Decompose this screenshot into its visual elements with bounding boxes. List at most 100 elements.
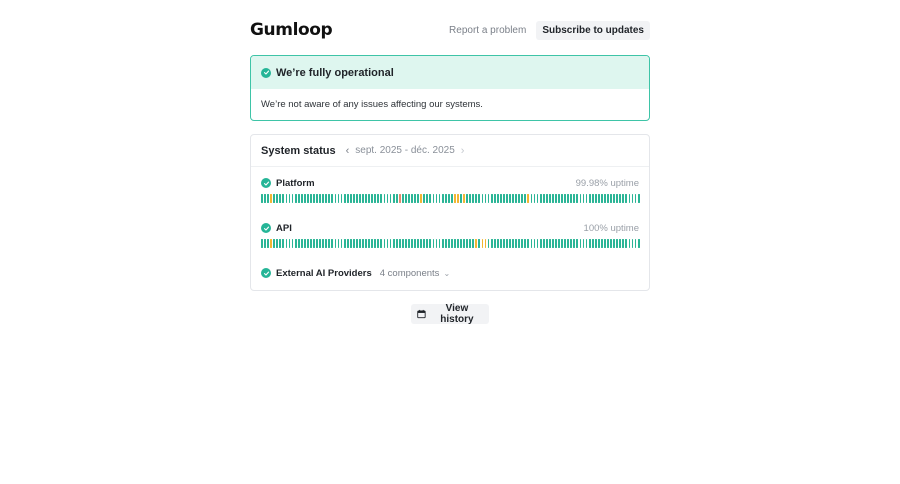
uptime-day-bar[interactable] [349, 239, 352, 248]
uptime-day-bar[interactable] [619, 239, 622, 248]
uptime-day-bar[interactable] [398, 239, 401, 248]
uptime-day-bar[interactable] [297, 194, 300, 203]
uptime-day-bar[interactable] [389, 194, 392, 203]
uptime-day-bar[interactable] [637, 194, 640, 203]
uptime-day-bar[interactable] [386, 194, 389, 203]
uptime-day-bar[interactable] [487, 194, 490, 203]
uptime-day-bar[interactable] [401, 194, 404, 203]
uptime-day-bar[interactable] [355, 194, 358, 203]
uptime-day-bar[interactable] [408, 194, 410, 203]
uptime-day-bar[interactable] [597, 239, 600, 248]
uptime-day-bar[interactable] [558, 194, 560, 203]
uptime-day-bar[interactable] [270, 194, 273, 203]
uptime-day-bar[interactable] [395, 239, 398, 248]
uptime-day-bar[interactable] [426, 239, 429, 248]
uptime-day-bar[interactable] [331, 239, 334, 248]
uptime-day-bar[interactable] [389, 239, 392, 248]
uptime-day-bar[interactable] [469, 239, 472, 248]
uptime-day-bar[interactable] [502, 194, 505, 203]
uptime-day-bar[interactable] [414, 239, 416, 248]
uptime-day-bar[interactable] [610, 239, 612, 248]
uptime-day-bar[interactable] [340, 239, 343, 248]
uptime-day-bar[interactable] [619, 194, 622, 203]
uptime-day-bar[interactable] [551, 194, 554, 203]
uptime-day-bar[interactable] [316, 239, 318, 248]
uptime-day-bar[interactable] [261, 194, 263, 203]
uptime-day-bar[interactable] [270, 239, 273, 248]
report-problem-link[interactable]: Report a problem [449, 25, 526, 36]
uptime-day-bar[interactable] [521, 194, 524, 203]
uptime-day-bar[interactable] [377, 239, 380, 248]
uptime-day-bar[interactable] [542, 194, 545, 203]
uptime-day-bar[interactable] [420, 239, 423, 248]
uptime-day-bar[interactable] [539, 239, 542, 248]
uptime-day-bar[interactable] [515, 194, 518, 203]
uptime-day-bar[interactable] [506, 194, 508, 203]
uptime-day-bar[interactable] [463, 239, 465, 248]
uptime-day-bar[interactable] [267, 239, 269, 248]
uptime-day-bar[interactable] [518, 194, 521, 203]
uptime-day-bar[interactable] [294, 194, 297, 203]
uptime-day-bar[interactable] [423, 194, 426, 203]
uptime-day-bar[interactable] [316, 194, 318, 203]
uptime-day-bar[interactable] [493, 239, 496, 248]
uptime-day-bar[interactable] [288, 239, 291, 248]
uptime-day-bar[interactable] [291, 194, 294, 203]
uptime-day-bar[interactable] [515, 239, 518, 248]
uptime-day-bar[interactable] [450, 239, 453, 248]
uptime-day-bar[interactable] [493, 194, 496, 203]
uptime-day-bar[interactable] [322, 194, 325, 203]
uptime-day-bar[interactable] [478, 239, 481, 248]
uptime-day-bar[interactable] [300, 194, 303, 203]
uptime-day-bar[interactable] [313, 194, 315, 203]
uptime-day-bar[interactable] [380, 239, 383, 248]
uptime-day-bar[interactable] [294, 239, 297, 248]
uptime-day-bar[interactable] [582, 194, 585, 203]
uptime-day-bar[interactable] [325, 239, 328, 248]
uptime-day-bar[interactable] [362, 194, 364, 203]
uptime-day-bar[interactable] [334, 194, 337, 203]
uptime-day-bar[interactable] [426, 194, 429, 203]
uptime-day-bar[interactable] [567, 239, 570, 248]
uptime-day-bar[interactable] [346, 239, 349, 248]
uptime-day-bar[interactable] [460, 194, 462, 203]
uptime-day-bar[interactable] [319, 194, 322, 203]
uptime-day-bar[interactable] [591, 194, 594, 203]
uptime-day-bar[interactable] [610, 194, 612, 203]
uptime-day-bar[interactable] [634, 239, 637, 248]
uptime-day-bar[interactable] [420, 194, 423, 203]
uptime-day-bar[interactable] [328, 239, 331, 248]
uptime-day-bar[interactable] [530, 194, 533, 203]
uptime-day-bar[interactable] [616, 194, 619, 203]
uptime-day-bar[interactable] [631, 239, 634, 248]
uptime-day-bar[interactable] [625, 194, 628, 203]
uptime-day-bar[interactable] [469, 194, 472, 203]
uptime-day-bar[interactable] [551, 239, 554, 248]
uptime-day-bar[interactable] [558, 239, 560, 248]
chevron-left-icon[interactable]: ‹ [346, 145, 350, 157]
uptime-day-bar[interactable] [359, 239, 361, 248]
uptime-day-bar[interactable] [423, 239, 426, 248]
uptime-day-bar[interactable] [582, 239, 585, 248]
uptime-day-bar[interactable] [429, 239, 432, 248]
uptime-day-bar[interactable] [518, 239, 521, 248]
uptime-day-bar[interactable] [594, 239, 597, 248]
uptime-day-bar[interactable] [285, 239, 288, 248]
uptime-day-bar[interactable] [478, 194, 481, 203]
uptime-day-bar[interactable] [490, 239, 493, 248]
uptime-day-bar[interactable] [506, 239, 508, 248]
uptime-day-bar[interactable] [536, 194, 539, 203]
uptime-day-bar[interactable] [334, 239, 337, 248]
uptime-day-bar[interactable] [527, 194, 530, 203]
uptime-day-bar[interactable] [585, 239, 588, 248]
uptime-day-bar[interactable] [573, 239, 576, 248]
uptime-day-bar[interactable] [512, 239, 514, 248]
uptime-day-bar[interactable] [539, 194, 542, 203]
uptime-day-bar[interactable] [319, 239, 322, 248]
uptime-day-bar[interactable] [322, 239, 325, 248]
uptime-day-bar[interactable] [267, 194, 269, 203]
uptime-day-bar[interactable] [600, 239, 603, 248]
uptime-day-bar[interactable] [282, 239, 285, 248]
chevron-right-icon[interactable]: › [461, 145, 465, 157]
uptime-day-bar[interactable] [300, 239, 303, 248]
